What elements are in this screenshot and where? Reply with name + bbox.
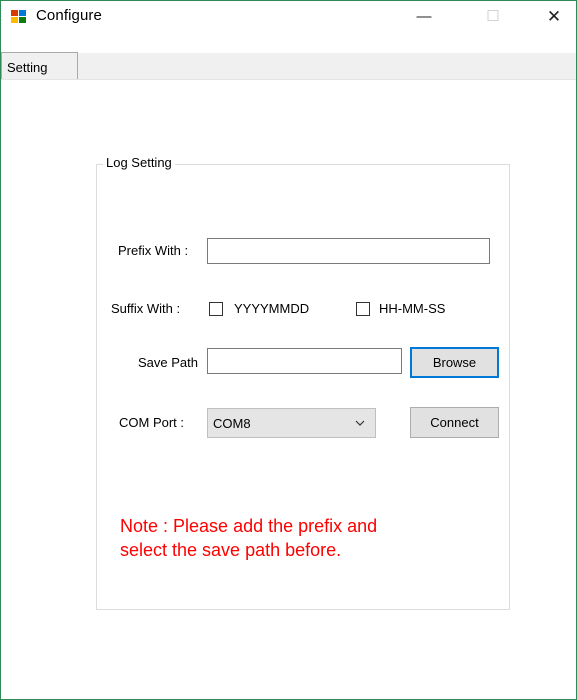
window-title: Configure [36,7,102,24]
save-path-label: Save Path [138,355,198,370]
connect-button[interactable]: Connect [410,407,499,438]
note-line-1: Note : Please add the prefix and [120,516,378,536]
tab-strip [1,53,576,79]
group-title: Log Setting [103,155,175,170]
yyyymmdd-label[interactable]: YYYYMMDD [234,301,309,316]
note-line-2: select the save path before. [120,540,342,560]
close-button[interactable]: ✕ [531,1,576,32]
prefix-label: Prefix With : [118,243,189,258]
com-port-value: COM8 [213,416,251,431]
configure-window: Configure — ☐ ✕ Setting Log Setting Pref… [0,0,577,700]
title-bar[interactable]: Configure — ☐ ✕ [1,1,576,32]
com-port-select[interactable]: COM8 [207,408,376,438]
prefix-input[interactable] [207,238,490,264]
browse-button[interactable]: Browse [410,347,499,378]
save-path-input[interactable] [207,348,402,374]
yyyymmdd-checkbox[interactable] [209,302,223,316]
tab-setting[interactable]: Setting [1,52,78,80]
hhmmss-checkbox[interactable] [356,302,370,316]
chevron-down-icon [355,420,365,426]
note-text: Note : Please add the prefix and select … [120,514,480,562]
maximize-button[interactable]: ☐ [470,1,516,32]
tab-setting-label: Setting [7,60,48,75]
com-port-label: COM Port : [119,415,185,430]
app-icon [11,10,26,23]
minimize-button[interactable]: — [401,1,447,32]
suffix-label: Suffix With : [111,301,181,316]
hhmmss-label[interactable]: HH-MM-SS [379,301,445,316]
